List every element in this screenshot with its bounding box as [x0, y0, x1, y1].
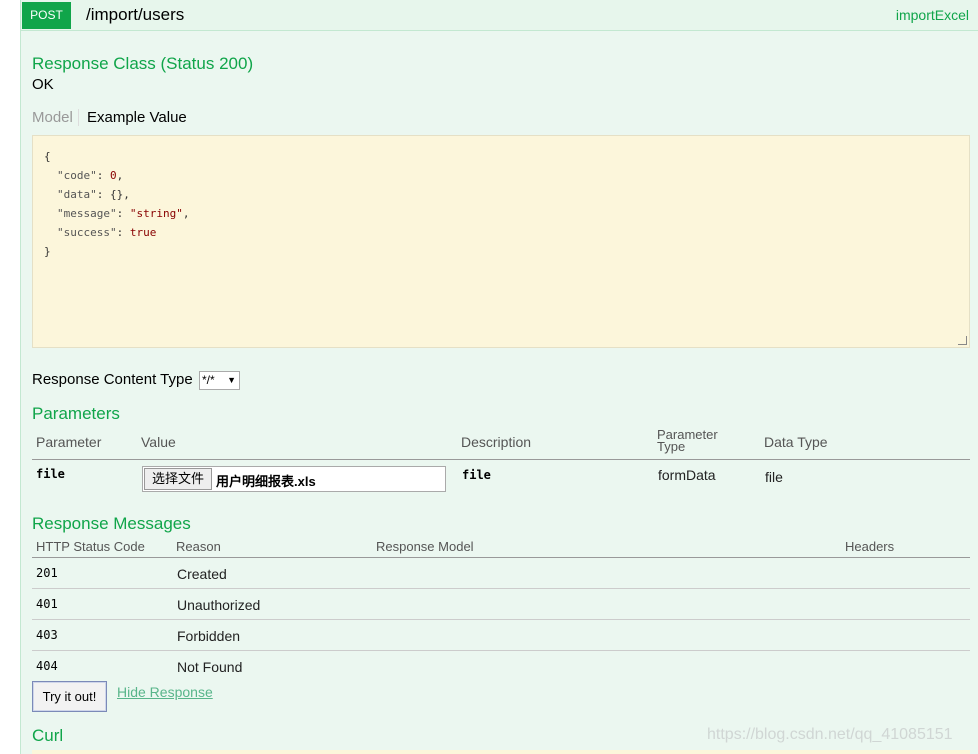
- json-close-brace: }: [44, 245, 51, 258]
- table-divider: [32, 459, 970, 460]
- curl-box: [32, 750, 970, 754]
- status-reason: Forbidden: [177, 628, 241, 644]
- json-separator: ,: [182, 207, 190, 220]
- row-divider: [32, 650, 970, 651]
- json-key: "message": [57, 207, 117, 220]
- status-reason: Unauthorized: [177, 597, 261, 613]
- content-type-value: */*: [202, 373, 215, 387]
- content-type-label: Response Content Type: [32, 371, 193, 388]
- json-separator: ,: [116, 169, 124, 182]
- param-data-type: file: [765, 469, 783, 485]
- col-header-response-model: Response Model: [376, 539, 474, 554]
- row-divider: [32, 588, 970, 589]
- col-header-reason: Reason: [176, 539, 221, 554]
- http-method-badge[interactable]: POST: [22, 2, 71, 29]
- param-type: formData: [658, 467, 716, 483]
- json-key: "success": [57, 226, 117, 239]
- json-value: true: [129, 226, 157, 239]
- status-reason: Not Found: [177, 659, 243, 675]
- operation-header[interactable]: POST /import/users importExcel: [21, 0, 978, 31]
- col-header-parameter-type-line2: Type: [657, 439, 686, 454]
- col-header-status-code: HTTP Status Code: [36, 539, 145, 554]
- curl-title: Curl: [32, 726, 64, 745]
- status-code: 404: [36, 659, 58, 673]
- try-it-out-button[interactable]: Try it out!: [32, 681, 107, 712]
- resize-handle-icon[interactable]: [958, 336, 967, 345]
- json-separator: ,: [123, 188, 130, 201]
- row-divider: [32, 619, 970, 620]
- hide-response-link[interactable]: Hide Response: [117, 684, 213, 700]
- chevron-down-icon: ▼: [227, 375, 236, 385]
- status-code: 201: [36, 566, 58, 580]
- response-status-text: OK: [32, 76, 54, 93]
- json-value: 0: [110, 169, 117, 182]
- status-reason: Created: [177, 566, 227, 582]
- parameters-title: Parameters: [32, 404, 120, 423]
- selected-file-name: 用户明细报表.xls: [216, 474, 316, 489]
- col-header-headers: Headers: [845, 539, 895, 554]
- response-messages-title: Response Messages: [32, 514, 191, 533]
- json-line: "success": true: [57, 226, 157, 239]
- col-header-parameter: Parameter: [36, 434, 102, 450]
- operation-panel: POST /import/users importExcel Response …: [20, 0, 978, 754]
- json-key: "code": [57, 169, 97, 182]
- file-input[interactable]: 选择文件 用户明细报表.xls: [142, 466, 446, 492]
- endpoint-path[interactable]: /import/users: [86, 5, 184, 25]
- json-key: "data": [57, 188, 97, 201]
- choose-file-button[interactable]: 选择文件: [144, 468, 212, 490]
- tab-example-value[interactable]: Example Value: [87, 109, 187, 126]
- response-class-title: Response Class (Status 200): [32, 54, 254, 73]
- col-header-value: Value: [141, 434, 176, 450]
- col-header-parameter-type: Parameter Type: [657, 428, 718, 454]
- json-value: {}: [110, 188, 124, 201]
- tab-model[interactable]: Model: [32, 109, 79, 126]
- watermark: https://blog.csdn.net/qq_41085151: [707, 726, 953, 743]
- example-value-textarea[interactable]: { "code": 0, "data": {}, "message": "str…: [32, 135, 970, 348]
- col-header-data-type: Data Type: [764, 434, 828, 450]
- operation-nickname[interactable]: importExcel: [896, 7, 969, 23]
- param-name: file: [36, 467, 65, 481]
- content-type-select[interactable]: */* ▼: [199, 371, 240, 390]
- json-value: "string": [129, 207, 183, 220]
- table-divider: [32, 557, 970, 558]
- json-line: "code": 0,: [57, 169, 124, 182]
- json-line: "data": {},: [57, 188, 130, 201]
- col-header-description: Description: [461, 434, 532, 450]
- status-code: 403: [36, 628, 58, 642]
- json-line: "message": "string",: [57, 207, 190, 220]
- status-code: 401: [36, 597, 58, 611]
- json-open-brace: {: [44, 150, 51, 163]
- param-description: file: [462, 468, 491, 482]
